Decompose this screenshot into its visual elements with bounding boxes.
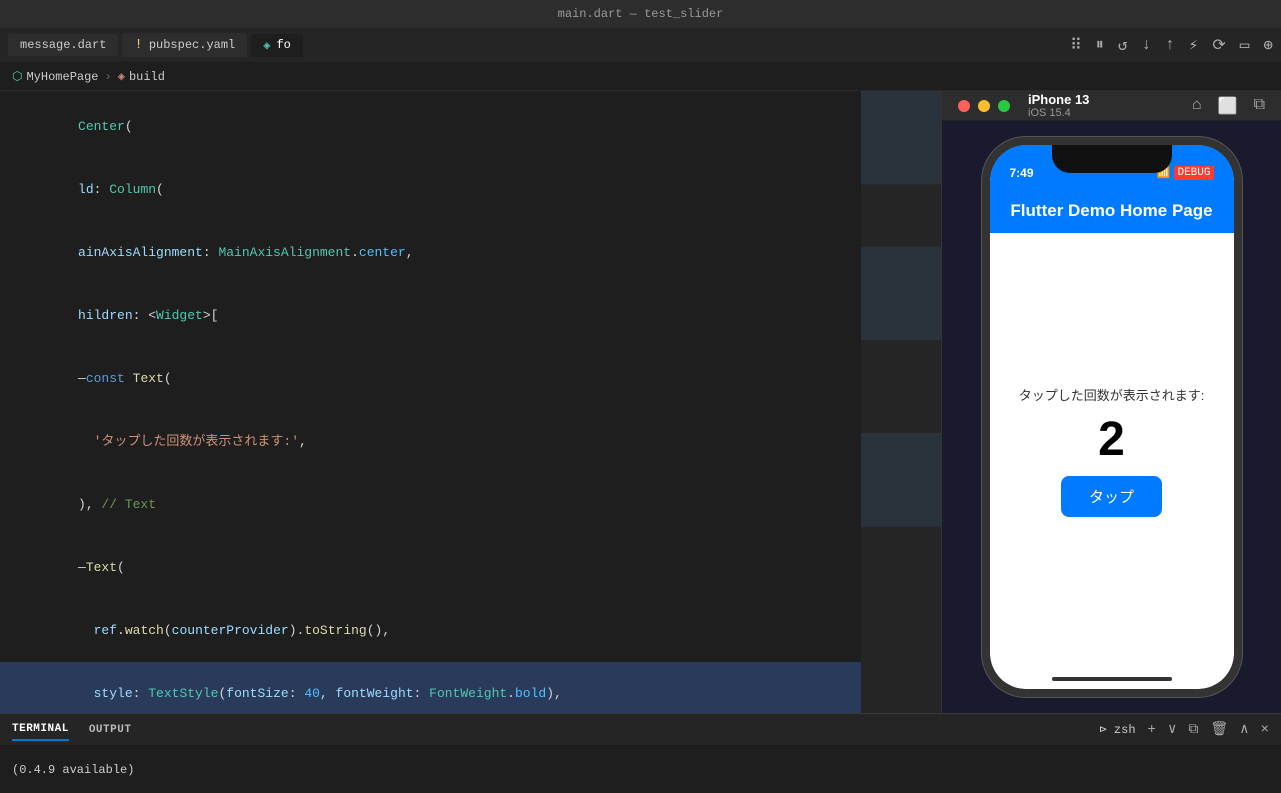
device-name: iPhone 13 bbox=[1028, 92, 1182, 107]
close-panel-btn[interactable]: × bbox=[1261, 722, 1269, 738]
iphone-notch bbox=[1052, 145, 1172, 173]
tab-main-label: fo bbox=[276, 38, 290, 52]
home-icon[interactable]: ⌂ bbox=[1192, 96, 1202, 116]
breadcrumb-build[interactable]: ◈ build bbox=[118, 69, 165, 84]
minimap bbox=[861, 91, 941, 713]
phone-app-title: Flutter Demo Home Page bbox=[1010, 201, 1212, 221]
phone-counter: 2 bbox=[1098, 416, 1125, 464]
phone-label: タップした回数が表示されます: bbox=[1019, 385, 1205, 404]
title-bar-text: main.dart — test_slider bbox=[558, 7, 724, 21]
code-line: ainAxisAlignment: MainAxisAlignment.cent… bbox=[0, 221, 861, 284]
panel-actions: ⊳ zsh + ∨ ⧉ 🗑 ∧ × bbox=[1100, 721, 1270, 738]
screenshot-icon[interactable]: ⬜ bbox=[1218, 96, 1238, 116]
tab-message[interactable]: message.dart bbox=[8, 34, 118, 56]
tab-main[interactable]: ◈ fo bbox=[251, 34, 303, 57]
iphone-screen: 7:49 📶 DEBUG Flutter Demo Home Page タップし… bbox=[990, 145, 1234, 689]
breadcrumb: ⬡ MyHomePage › ◈ build bbox=[0, 63, 1281, 91]
device-icons: ⌂ ⬜ ⧉ bbox=[1192, 96, 1265, 116]
phone-tap-button[interactable]: タップ bbox=[1061, 476, 1162, 517]
device-os: iOS 15.4 bbox=[1028, 107, 1182, 119]
code-line: ), // Text bbox=[0, 473, 861, 536]
code-line: —Text( bbox=[0, 536, 861, 599]
main-area: Center( ld: Column( ainAxisAlignment: Ma… bbox=[0, 91, 1281, 713]
tab-pubspec-label: pubspec.yaml bbox=[149, 38, 235, 52]
upload-icon[interactable]: ↑ bbox=[1165, 36, 1175, 54]
rect-icon[interactable]: ▭ bbox=[1240, 35, 1250, 55]
code-line-highlighted: style: TextStyle(fontSize: 40, fontWeigh… bbox=[0, 662, 861, 713]
title-bar: main.dart — test_slider bbox=[0, 0, 1281, 28]
new-terminal-btn[interactable]: + bbox=[1148, 722, 1156, 738]
terminal-output: (0.4.9 available) bbox=[12, 763, 134, 777]
tab-bar: message.dart ! pubspec.yaml ◈ fo ⠿ ⏸ ↺ ↓… bbox=[0, 28, 1281, 63]
homepage-icon: ⬡ bbox=[12, 69, 22, 84]
phone-time: 7:49 bbox=[1010, 166, 1034, 180]
bottom-panel: TERMINAL OUTPUT ⊳ zsh + ∨ ⧉ 🗑 ∧ × (0.4.9… bbox=[0, 713, 1281, 793]
refresh-icon[interactable]: ⟳ bbox=[1212, 35, 1225, 55]
split-editor-btn[interactable]: ⧉ bbox=[1188, 722, 1198, 738]
breadcrumb-sep: › bbox=[105, 70, 112, 84]
panel-content: (0.4.9 available) bbox=[0, 746, 1281, 793]
download-icon[interactable]: ↓ bbox=[1141, 36, 1151, 54]
code-line: ld: Column( bbox=[0, 158, 861, 221]
code-content: Center( ld: Column( ainAxisAlignment: Ma… bbox=[0, 91, 861, 713]
device-container: 7:49 📶 DEBUG Flutter Demo Home Page タップし… bbox=[942, 121, 1281, 713]
code-line: Center( bbox=[0, 95, 861, 158]
lightning-icon[interactable]: ⚡ bbox=[1189, 35, 1199, 55]
panel-tabs: TERMINAL OUTPUT ⊳ zsh + ∨ ⧉ 🗑 ∧ × bbox=[0, 714, 1281, 746]
tab-main-icon: ◈ bbox=[263, 38, 270, 53]
phone-app-bar: Flutter Demo Home Page bbox=[990, 189, 1234, 233]
split-terminal-btn[interactable]: ∨ bbox=[1168, 721, 1176, 738]
device-title-area: iPhone 13 iOS 15.4 bbox=[1028, 92, 1182, 119]
minimap-content bbox=[861, 91, 941, 713]
code-line: 'タップした回数が表示されます:', bbox=[0, 410, 861, 473]
build-icon: ◈ bbox=[118, 69, 125, 84]
trash-btn[interactable]: 🗑 bbox=[1210, 721, 1228, 738]
code-editor[interactable]: Center( ld: Column( ainAxisAlignment: Ma… bbox=[0, 91, 861, 713]
tab-message-label: message.dart bbox=[20, 38, 106, 52]
search-icon[interactable]: ⊕ bbox=[1263, 35, 1273, 55]
home-bar bbox=[1052, 677, 1172, 681]
code-line: ref.watch(counterProvider).toString(), bbox=[0, 599, 861, 662]
tab-terminal[interactable]: TERMINAL bbox=[12, 719, 69, 741]
grid-icon[interactable]: ⠿ bbox=[1070, 35, 1082, 55]
phone-content: タップした回数が表示されます: 2 タップ bbox=[990, 233, 1234, 669]
reload-icon[interactable]: ↺ bbox=[1118, 35, 1128, 55]
rotate-icon[interactable]: ⧉ bbox=[1254, 96, 1265, 116]
phone-home-indicator bbox=[990, 669, 1234, 689]
breadcrumb-homepage[interactable]: ⬡ MyHomePage bbox=[12, 69, 99, 84]
maximize-button[interactable] bbox=[998, 100, 1010, 112]
window-controls bbox=[958, 100, 1010, 112]
device-panel: iPhone 13 iOS 15.4 ⌂ ⬜ ⧉ 7:49 📶 bbox=[941, 91, 1281, 713]
tab-pubspec-dot: ! bbox=[134, 37, 142, 53]
device-header: iPhone 13 iOS 15.4 ⌂ ⬜ ⧉ bbox=[942, 91, 1281, 121]
close-button[interactable] bbox=[958, 100, 970, 112]
code-line: —const Text( bbox=[0, 347, 861, 410]
debug-badge: DEBUG bbox=[1174, 166, 1213, 180]
scroll-up-btn[interactable]: ∧ bbox=[1240, 721, 1248, 738]
shell-label: ⊳ zsh bbox=[1100, 722, 1136, 737]
iphone-frame: 7:49 📶 DEBUG Flutter Demo Home Page タップし… bbox=[982, 137, 1242, 697]
pause-icon[interactable]: ⏸ bbox=[1096, 36, 1104, 54]
tab-pubspec[interactable]: ! pubspec.yaml bbox=[122, 33, 247, 57]
tab-output[interactable]: OUTPUT bbox=[89, 720, 132, 740]
code-line: hildren: <Widget>[ bbox=[0, 284, 861, 347]
minimize-button[interactable] bbox=[978, 100, 990, 112]
